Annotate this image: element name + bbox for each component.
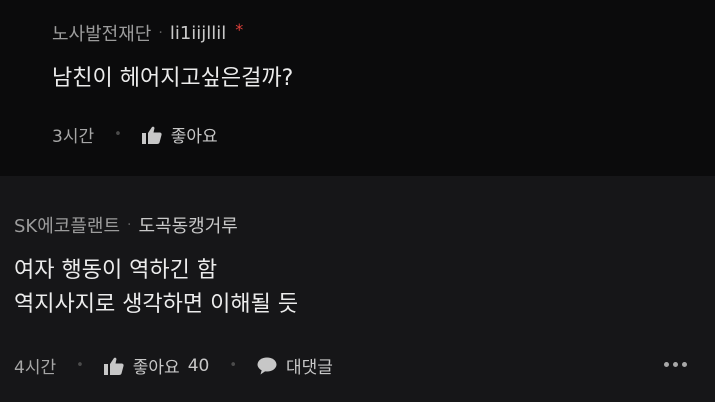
company-name[interactable]: SK에코플랜트 bbox=[14, 212, 120, 238]
like-label: 좋아요 bbox=[132, 358, 180, 378]
nickname[interactable]: li1iijllil bbox=[170, 23, 226, 44]
comment-2: SK에코플랜트 · 도곡동캥거루 여자 행동이 역하긴 함 역지사지로 생각하면… bbox=[0, 176, 715, 402]
like-button[interactable]: 좋아요 bbox=[141, 122, 218, 147]
meta-separator: · bbox=[127, 217, 132, 233]
timestamp: 3시간 bbox=[52, 127, 95, 147]
more-dot bbox=[682, 362, 687, 367]
footer-separator: • bbox=[229, 358, 238, 373]
comment-text-line: 남친이 헤어지고싶은걸까? bbox=[52, 66, 294, 91]
like-count: 40 bbox=[187, 355, 210, 376]
reply-label: 대댓글 bbox=[286, 358, 333, 378]
thumbs-up-icon bbox=[141, 126, 162, 144]
comment-2-footer: 4시간 • 좋아요 40 • 대댓글 bbox=[14, 353, 333, 379]
comment-2-body: 여자 행동이 역하긴 함 역지사지로 생각하면 이해될 듯 bbox=[14, 254, 298, 322]
footer-separator: • bbox=[76, 358, 84, 373]
comment-1: 노사발전재단 · li1iijllil * 남친이 헤어지고싶은걸까? 3시간 … bbox=[0, 0, 715, 176]
thumbs-up-icon bbox=[103, 357, 124, 375]
company-name[interactable]: 노사발전재단 bbox=[52, 20, 151, 46]
like-label: 좋아요 bbox=[170, 127, 218, 147]
speech-bubble-icon bbox=[257, 357, 277, 374]
author-mark: * bbox=[235, 19, 244, 39]
comment-1-footer: 3시간 • 좋아요 bbox=[52, 122, 218, 147]
reply-button[interactable]: 대댓글 bbox=[257, 353, 333, 378]
more-horizontal-icon[interactable] bbox=[664, 362, 687, 367]
meta-separator: · bbox=[158, 25, 163, 41]
nickname[interactable]: 도곡동캥거루 bbox=[138, 212, 237, 238]
comment-1-body: 남친이 헤어지고싶은걸까? bbox=[52, 62, 293, 96]
comment-text-line: 역지사지로 생각하면 이해될 듯 bbox=[14, 292, 299, 317]
footer-separator: • bbox=[114, 127, 122, 142]
like-button[interactable]: 좋아요 40 bbox=[103, 353, 210, 378]
comment-2-header: SK에코플랜트 · 도곡동캥거루 bbox=[14, 212, 238, 238]
more-dot bbox=[664, 362, 669, 367]
comment-1-header: 노사발전재단 · li1iijllil * bbox=[52, 20, 243, 46]
more-dot bbox=[673, 362, 678, 367]
timestamp: 4시간 bbox=[14, 358, 57, 378]
comment-text-line: 여자 행동이 역하긴 함 bbox=[14, 258, 218, 283]
